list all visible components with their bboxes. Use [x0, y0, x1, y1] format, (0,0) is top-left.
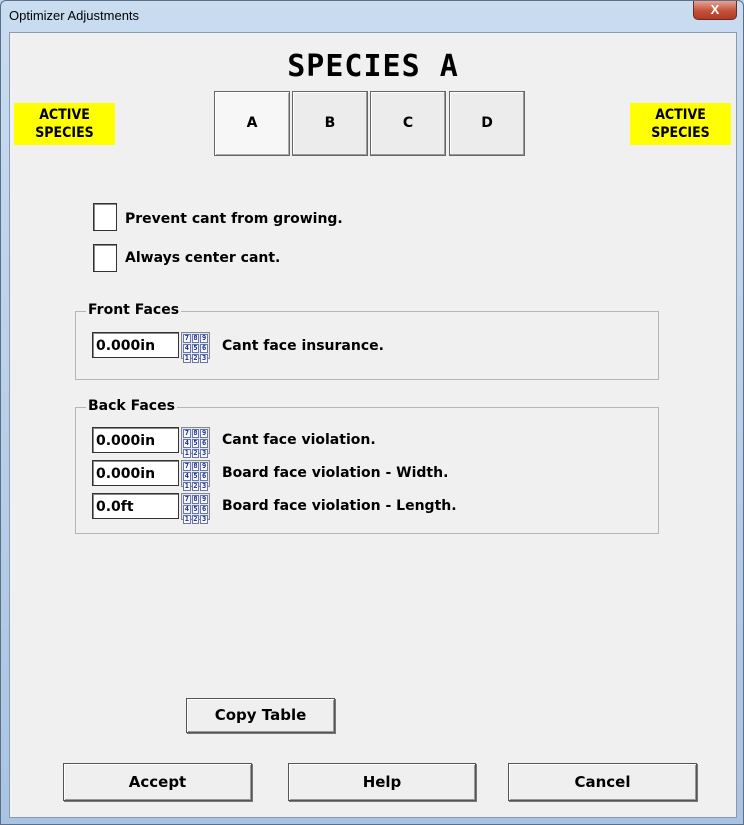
- cant-face-violation-input[interactable]: 0.000in: [92, 427, 179, 453]
- copy-table-button[interactable]: Copy Table: [186, 698, 335, 733]
- board-face-violation-width-input[interactable]: 0.000in: [92, 460, 179, 486]
- keypad-icon[interactable]: 789 456 123: [181, 493, 210, 524]
- back-faces-title: Back Faces: [86, 398, 177, 414]
- tab-species-a[interactable]: A: [214, 91, 290, 156]
- board-face-violation-length-label: Board face violation - Length.: [222, 498, 457, 514]
- board-face-violation-width-label: Board face violation - Width.: [222, 465, 449, 481]
- keypad-icon[interactable]: 789 456 123: [181, 460, 210, 491]
- cant-face-insurance-label: Cant face insurance.: [222, 338, 384, 354]
- cancel-button[interactable]: Cancel: [508, 763, 697, 801]
- title-bar: Optimizer Adjustments X: [1, 1, 743, 31]
- active-species-badge-left: ACTIVE SPECIES: [14, 103, 115, 145]
- help-button[interactable]: Help: [288, 763, 476, 801]
- species-title: SPECIES A: [287, 49, 459, 84]
- tab-species-d[interactable]: D: [449, 91, 525, 156]
- optimizer-adjustments-window: Optimizer Adjustments X SPECIES A ACTIVE…: [0, 0, 744, 825]
- front-faces-title: Front Faces: [86, 302, 182, 318]
- cant-face-violation-label: Cant face violation.: [222, 432, 376, 448]
- dialog-content: SPECIES A ACTIVE SPECIES ACTIVE SPECIES …: [9, 32, 737, 818]
- close-button[interactable]: X: [693, 1, 737, 20]
- prevent-cant-growing-label: Prevent cant from growing.: [125, 211, 343, 227]
- always-center-cant-label: Always center cant.: [125, 250, 281, 266]
- accept-button[interactable]: Accept: [63, 763, 252, 801]
- always-center-cant-checkbox[interactable]: [93, 244, 117, 272]
- keypad-icon[interactable]: 789 456 123: [181, 332, 210, 363]
- close-icon: X: [710, 2, 720, 17]
- tab-species-c[interactable]: C: [370, 91, 446, 156]
- board-face-violation-length-input[interactable]: 0.0ft: [92, 493, 179, 519]
- tab-species-b[interactable]: B: [292, 91, 368, 156]
- window-title: Optimizer Adjustments: [9, 8, 140, 23]
- cant-face-insurance-input[interactable]: 0.000in: [92, 332, 179, 358]
- prevent-cant-growing-checkbox[interactable]: [93, 203, 117, 231]
- active-species-badge-right: ACTIVE SPECIES: [630, 103, 731, 145]
- keypad-icon[interactable]: 789 456 123: [181, 427, 210, 458]
